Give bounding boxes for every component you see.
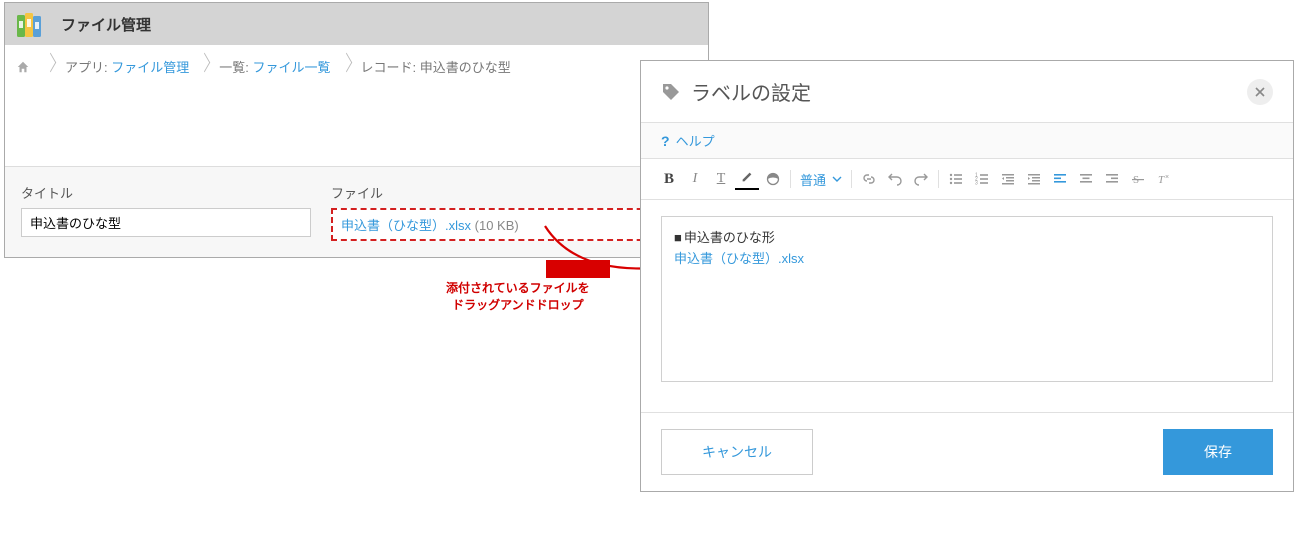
rich-text-editor[interactable]: 申込書のひな形 申込書（ひな型）.xlsx <box>661 216 1273 382</box>
undo-button[interactable] <box>883 167 907 191</box>
chevron-right-icon <box>337 56 355 78</box>
file-field-group: ファイル 申込書（ひな型）.xlsx (10 KB) <box>331 183 692 241</box>
breadcrumb-record: レコード: 申込書のひな型 <box>355 53 517 80</box>
outdent-button[interactable] <box>996 167 1020 191</box>
close-button[interactable] <box>1247 79 1273 105</box>
editor-heading: 申込書のひな形 <box>674 227 1260 246</box>
italic-button[interactable]: I <box>683 167 707 191</box>
redo-button[interactable] <box>909 167 933 191</box>
align-left-button[interactable] <box>1048 167 1072 191</box>
home-icon[interactable] <box>15 59 31 75</box>
annotation-red-block <box>546 260 610 278</box>
chevron-right-icon <box>41 56 59 78</box>
save-button[interactable]: 保存 <box>1163 429 1273 475</box>
ol-button[interactable]: 123 <box>970 167 994 191</box>
editor-toolbar: B I T 普通 123 <box>641 159 1293 200</box>
font-size-select[interactable]: 普通 <box>796 170 846 189</box>
title-input[interactable] <box>21 208 311 237</box>
breadcrumb-list-link[interactable]: ファイル一覧 <box>252 60 330 75</box>
svg-text:3: 3 <box>975 181 978 187</box>
label-settings-dialog: ラベルの設定 ? ヘルプ B I T 普通 <box>640 60 1294 492</box>
help-link[interactable]: ヘルプ <box>676 131 715 150</box>
file-link[interactable]: 申込書（ひな型）.xlsx <box>341 218 471 233</box>
dialog-footer: キャンセル 保存 <box>641 412 1293 491</box>
title-label: タイトル <box>21 183 311 202</box>
align-center-button[interactable] <box>1074 167 1098 191</box>
app-title: ファイル管理 <box>61 14 151 35</box>
cancel-button[interactable]: キャンセル <box>661 429 813 475</box>
chevron-right-icon <box>195 56 213 78</box>
bold-button[interactable]: B <box>657 167 681 191</box>
tag-icon <box>661 82 681 102</box>
breadcrumb-app: アプリ: ファイル管理 <box>59 53 195 80</box>
app-header: ファイル管理 <box>5 3 708 45</box>
file-management-panel: ファイル管理 アプリ: ファイル管理 一覧: ファイル一覧 レコード: 申込書の… <box>4 2 709 258</box>
form-row: タイトル ファイル 申込書（ひな型）.xlsx (10 KB) <box>5 166 708 257</box>
editor-file-link[interactable]: 申込書（ひな型）.xlsx <box>674 248 1260 267</box>
link-button[interactable] <box>857 167 881 191</box>
indent-button[interactable] <box>1022 167 1046 191</box>
chevron-down-icon <box>832 174 842 184</box>
help-bar: ? ヘルプ <box>641 122 1293 159</box>
dialog-header: ラベルの設定 <box>641 61 1293 122</box>
help-icon: ? <box>661 133 670 149</box>
breadcrumb-app-link[interactable]: ファイル管理 <box>111 60 189 75</box>
app-icon-binders <box>15 9 51 39</box>
strike-button[interactable]: S <box>1126 167 1150 191</box>
text-color-button[interactable] <box>735 168 759 190</box>
toolbar-separator <box>938 170 939 188</box>
bg-color-button[interactable] <box>761 167 785 191</box>
dialog-title: ラベルの設定 <box>691 77 1247 106</box>
file-label: ファイル <box>331 183 692 202</box>
clear-format-button[interactable]: T× <box>1152 167 1176 191</box>
ul-button[interactable] <box>944 167 968 191</box>
file-attachment-box[interactable]: 申込書（ひな型）.xlsx (10 KB) <box>331 208 692 241</box>
title-field-group: タイトル <box>21 183 311 237</box>
underline-button[interactable]: T <box>709 167 733 191</box>
file-size: (10 KB) <box>475 218 519 233</box>
svg-text:×: × <box>1165 174 1169 181</box>
align-right-button[interactable] <box>1100 167 1124 191</box>
breadcrumb-list: 一覧: ファイル一覧 <box>213 53 336 80</box>
breadcrumb: アプリ: ファイル管理 一覧: ファイル一覧 レコード: 申込書のひな型 <box>5 45 708 88</box>
toolbar-separator <box>851 170 852 188</box>
annotation-caption: 添付されているファイルを ドラッグアンドドロップ <box>446 280 590 314</box>
toolbar-separator <box>790 170 791 188</box>
svg-text:T: T <box>1158 174 1165 186</box>
